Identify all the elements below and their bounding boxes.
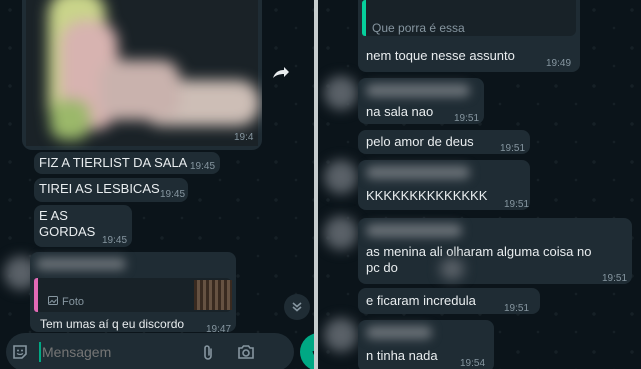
message-bubble[interactable]: FIZ A TIERLIST DA SALA 19:45	[34, 152, 220, 174]
message-time: 19:51	[504, 303, 530, 314]
message-text: as menina ali olharam alguma coisa no pc…	[366, 244, 592, 275]
message-time: 19:51	[500, 143, 526, 154]
message-time: 19:45	[190, 161, 216, 172]
quoted-message[interactable]: Foto	[34, 278, 232, 312]
quoted-message[interactable]: Que porra é essa	[362, 0, 576, 36]
message-composer	[6, 333, 294, 369]
left-chat-pane: 19:4 FIZ A TIERLIST DA SALA 19:45 TIREI …	[0, 0, 314, 369]
message-text: e ficaram incredula	[366, 293, 476, 308]
scroll-to-bottom-button[interactable]	[284, 294, 310, 320]
message-text: n tinha nada	[366, 348, 438, 363]
sender-name-redacted	[366, 166, 470, 179]
camera-icon[interactable]	[237, 344, 255, 360]
chevron-down-icon	[292, 302, 302, 312]
message-bubble[interactable]: e ficaram incredula 19:51	[358, 288, 540, 314]
message-text: Tem umas aí q eu discordo	[40, 317, 185, 331]
reply-message-bubble[interactable]: Foto Tem umas aí q eu discordo 19:47	[30, 252, 236, 335]
message-bubble[interactable]: pelo amor de deus 19:51	[358, 130, 530, 154]
message-input[interactable]	[42, 341, 192, 363]
photo-time: 19:4	[234, 132, 254, 143]
sender-name-redacted	[366, 224, 462, 237]
avatar[interactable]	[324, 160, 358, 194]
sender-name-redacted	[366, 326, 432, 339]
avatar[interactable]	[324, 216, 358, 250]
message-text: nem toque nesse assunto	[366, 48, 515, 63]
message-text: FIZ A TIERLIST DA SALA	[39, 155, 188, 170]
message-time: 19:45	[102, 235, 128, 246]
avatar[interactable]	[324, 76, 358, 110]
message-time: 19:54	[460, 358, 486, 369]
message-bubble[interactable]: as menina ali olharam alguma coisa no pc…	[358, 218, 632, 284]
text-caret	[39, 342, 41, 362]
message-text: KKKKKKKKKKKKKK	[366, 188, 488, 203]
photo-blurred	[26, 0, 260, 146]
message-text: E AS GORDAS	[39, 208, 96, 239]
message-time: 19:45	[160, 189, 186, 200]
quote-bar	[362, 0, 366, 36]
avatar[interactable]	[324, 318, 358, 352]
name-redacted	[440, 258, 464, 280]
message-time: 19:49	[546, 58, 572, 69]
quoted-text: Que porra é essa	[372, 21, 465, 35]
message-time: 19:51	[454, 113, 480, 124]
reply-message-bubble[interactable]: Que porra é essa nem toque nesse assunto…	[358, 0, 580, 72]
sticker-icon[interactable]	[12, 344, 28, 360]
forward-icon[interactable]	[272, 66, 290, 80]
photo-message[interactable]: 19:4	[22, 0, 262, 150]
attach-icon[interactable]	[202, 344, 214, 361]
quote-bar	[34, 278, 38, 312]
sender-name-redacted	[36, 258, 126, 270]
message-time: 19:51	[504, 199, 530, 210]
message-text: na sala nao	[366, 104, 434, 119]
message-text: pelo amor de deus	[366, 134, 474, 149]
message-text: TIREI AS LESBICAS	[39, 181, 160, 196]
message-time: 19:51	[602, 273, 628, 284]
message-bubble[interactable]: na sala nao 19:51	[358, 78, 484, 124]
message-bubble[interactable]: TIREI AS LESBICAS 19:45	[34, 178, 188, 202]
image-icon	[48, 296, 58, 305]
voice-message-button[interactable]	[300, 333, 314, 369]
blurred-hand-image	[48, 0, 260, 140]
right-chat-pane: Que porra é essa nem toque nesse assunto…	[318, 0, 641, 369]
message-bubble[interactable]: KKKKKKKKKKKKKK 19:51	[358, 160, 530, 210]
quoted-type: Foto	[62, 296, 85, 308]
message-bubble[interactable]: E AS GORDAS 19:45	[34, 205, 132, 247]
quoted-photo-thumbnail	[194, 280, 232, 310]
sender-name-redacted	[366, 84, 470, 97]
message-bubble[interactable]: n tinha nada 19:54	[358, 320, 494, 369]
